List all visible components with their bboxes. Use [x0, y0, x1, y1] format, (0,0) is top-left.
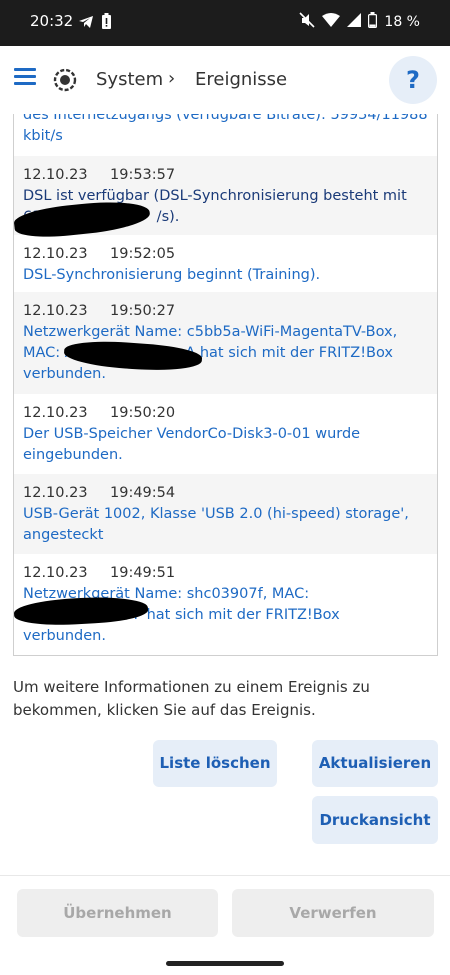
event-list: des Internetzugangs (verfügbare Bitrate)… — [13, 114, 438, 656]
hamburger-menu-icon[interactable] — [14, 68, 36, 86]
help-button[interactable]: ? — [389, 56, 437, 104]
event-message: verbunden. — [23, 628, 106, 644]
page-title: Ereignisse — [195, 69, 288, 90]
event-message: eingebunden. — [23, 447, 123, 463]
event-date: 12.10.23 — [23, 246, 88, 262]
event-entry[interactable]: 12.10.23 19:49:54 USB-Gerät 1002, Klasse … — [14, 474, 437, 554]
event-time: 19:49:54 — [110, 485, 176, 501]
wifi-icon — [322, 13, 341, 31]
event-message: angesteckt — [23, 527, 104, 543]
event-message: des Internetzugangs (verfügbare Bitrate)… — [23, 114, 428, 123]
event-message: DSL-Synchronisierung beginnt (Training). — [23, 267, 321, 283]
print-view-button[interactable]: Druckansicht — [312, 796, 438, 844]
breadcrumb-separator: › — [168, 68, 176, 89]
discard-button[interactable]: Verwerfen — [232, 889, 434, 937]
event-time: 19:52:05 — [110, 246, 176, 262]
home-indicator[interactable] — [166, 961, 284, 966]
event-date: 12.10.23 — [23, 167, 88, 183]
event-message: USB-Gerät 1002, Klasse 'USB 2.0 (hi-spee… — [23, 506, 409, 522]
event-time: 19:53:57 — [110, 167, 176, 183]
refresh-button[interactable]: Aktualisieren — [312, 740, 438, 787]
event-entry[interactable]: 12.10.23 19:52:05 DSL-Synchronisierung be… — [14, 235, 437, 292]
apply-button[interactable]: Übernehmen — [17, 889, 218, 937]
event-message: kbit/s — [23, 128, 63, 144]
event-entry-partial[interactable]: des Internetzugangs (verfügbare Bitrate)… — [14, 114, 437, 156]
event-entry[interactable]: 12.10.23 19:50:20 Der USB-Speicher Vendor… — [14, 394, 437, 474]
event-message: verbunden. — [23, 366, 106, 382]
telegram-icon — [78, 14, 94, 33]
event-message: Netzwerkgerät Name: c5bb5a-WiFi-MagentaT… — [23, 324, 398, 340]
event-date: 12.10.23 — [23, 485, 88, 501]
event-date: 12.10.23 — [23, 405, 88, 421]
battery-percent: 18 % — [384, 14, 420, 30]
app-bar: System › Ereignisse ? — [0, 46, 450, 114]
event-time: 19:50:27 — [110, 303, 176, 319]
event-message: Der USB-Speicher VendorCo-Disk3-0-01 wur… — [23, 426, 361, 442]
clear-list-button[interactable]: Liste löschen — [153, 740, 277, 787]
status-bar: 20:32 18 % — [0, 0, 450, 46]
mute-icon — [299, 12, 315, 32]
event-date: 12.10.23 — [23, 303, 88, 319]
breadcrumb-system[interactable]: System — [96, 69, 163, 90]
event-time: 19:49:51 — [110, 565, 176, 581]
status-time: 20:32 — [30, 12, 74, 30]
battery-alert-icon — [102, 13, 111, 33]
info-text: Um weitere Informationen zu einem Ereign… — [13, 678, 370, 719]
fritz-logo-icon[interactable] — [53, 68, 77, 92]
footer-bar: Übernehmen Verwerfen — [0, 875, 450, 975]
battery-icon — [368, 12, 378, 32]
event-time: 19:50:20 — [110, 405, 176, 421]
signal-icon — [347, 13, 362, 31]
event-date: 12.10.23 — [23, 565, 88, 581]
